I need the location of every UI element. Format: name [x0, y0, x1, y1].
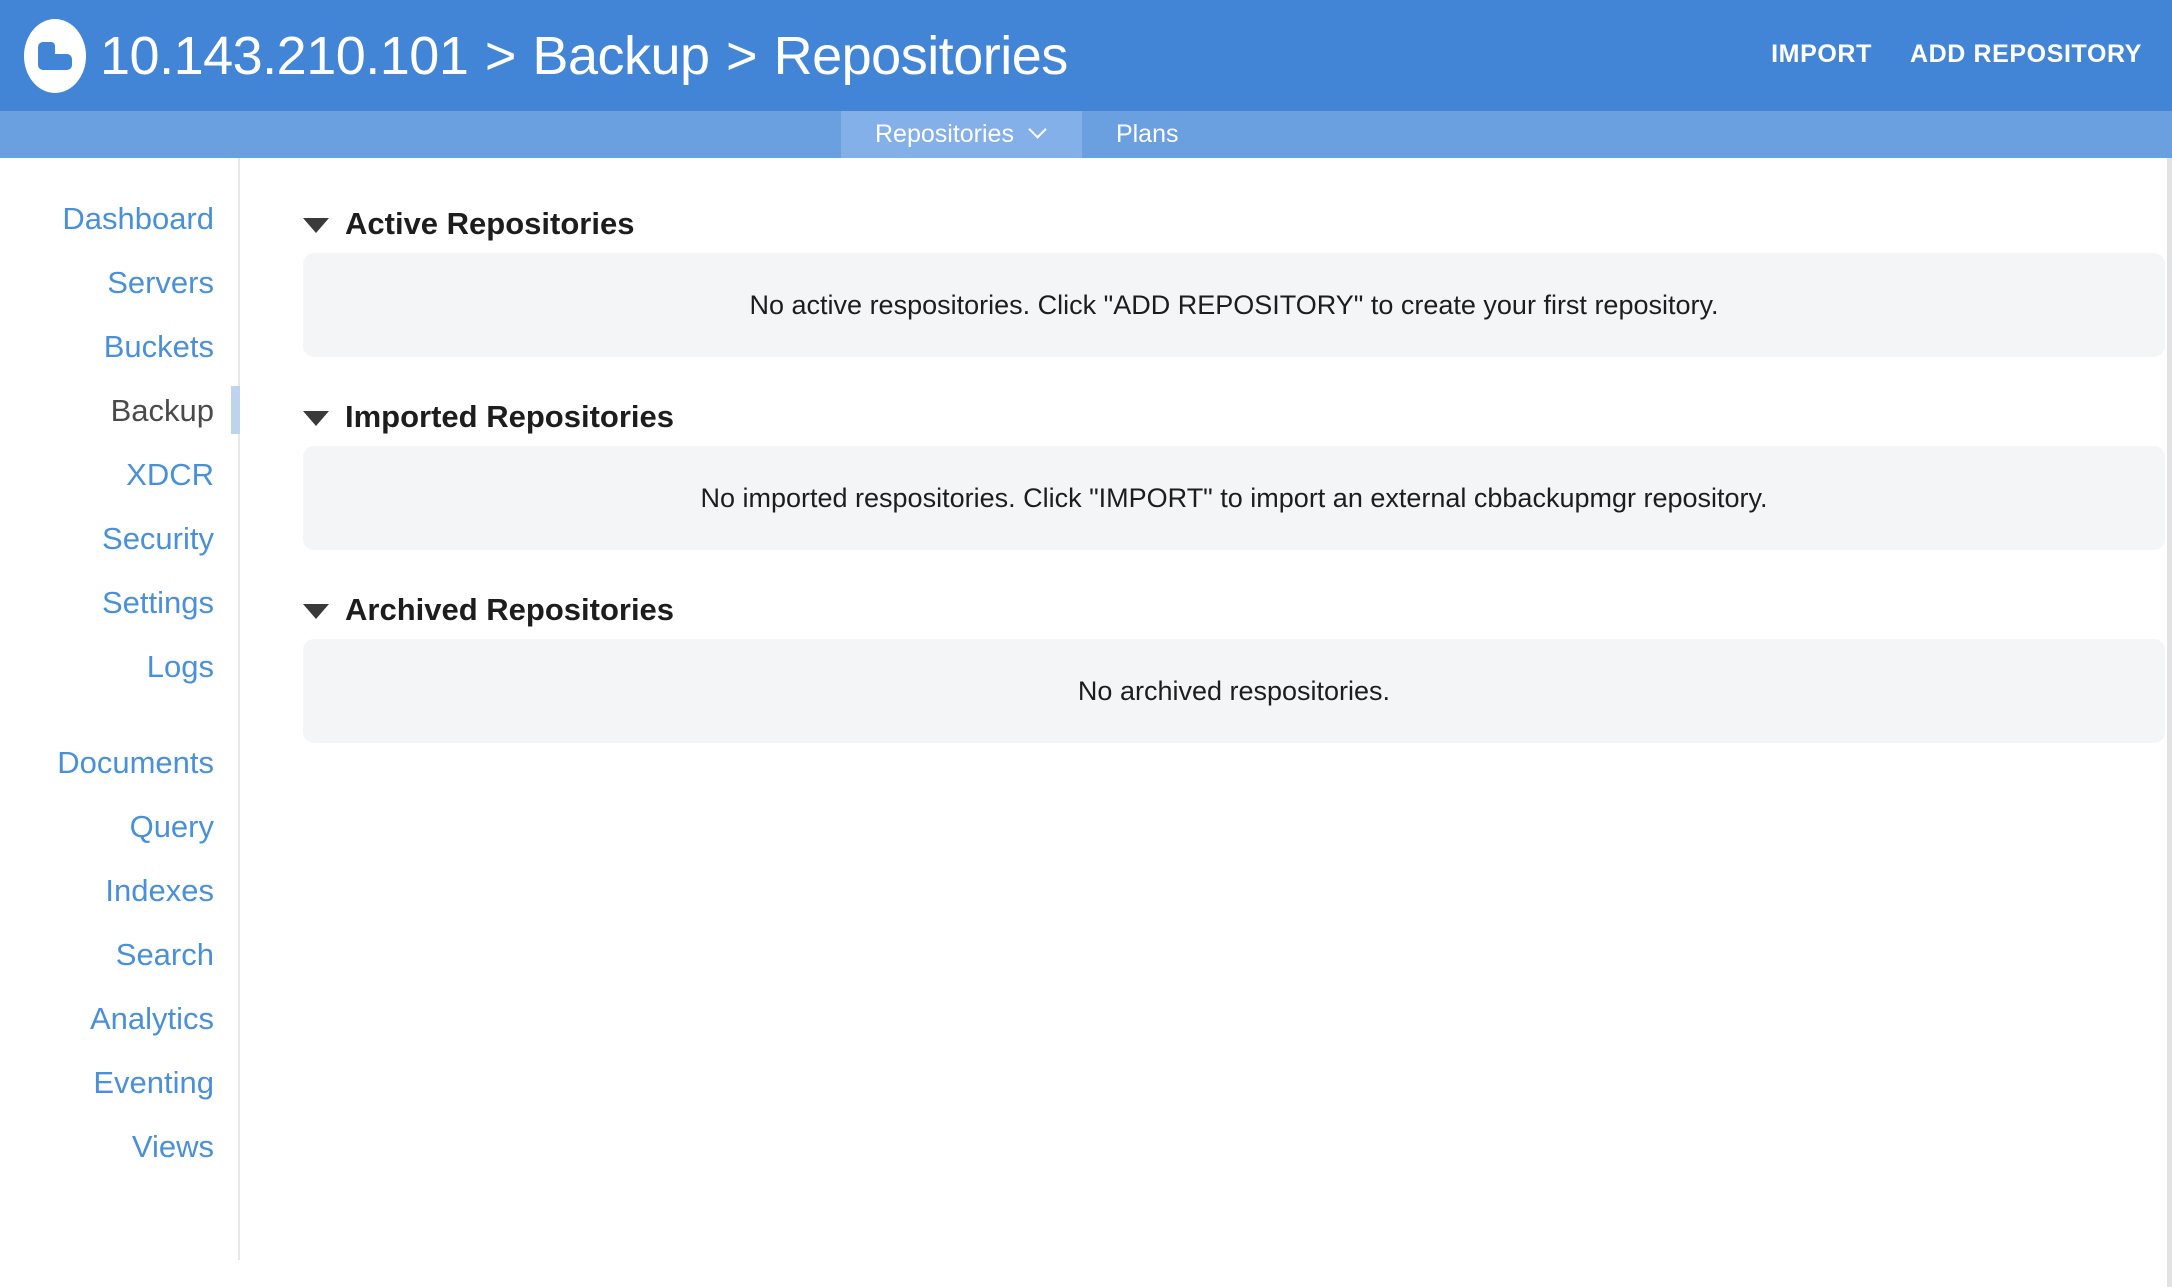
sidebar-item-search[interactable]: Search — [0, 922, 238, 986]
caret-down-icon[interactable] — [303, 217, 329, 233]
sidebar-item-logs[interactable]: Logs — [0, 634, 238, 698]
add-repository-button[interactable]: ADD REPOSITORY — [1908, 36, 2144, 73]
breadcrumb-page[interactable]: Repositories — [774, 29, 1069, 83]
app-root: 10.143.210.101 > Backup > Repositories I… — [0, 0, 2172, 1287]
breadcrumb-section[interactable]: Backup — [532, 29, 710, 83]
archived-repositories-empty-message: No archived respositories. — [1077, 675, 1391, 706]
imported-repositories-empty-message: No imported respositories. Click "IMPORT… — [700, 482, 1768, 513]
tab-plans[interactable]: Plans — [1082, 111, 1213, 158]
section-imported-repositories: Imported Repositories No imported respos… — [303, 391, 2165, 550]
sidebar-item-documents[interactable]: Documents — [0, 730, 238, 794]
secondary-tabbar: Repositories Plans — [0, 111, 2172, 158]
tab-plans-label: Plans — [1115, 120, 1179, 148]
breadcrumb-separator-1: > — [470, 25, 531, 86]
sidebar-item-xdcr[interactable]: XDCR — [0, 442, 238, 506]
import-button[interactable]: IMPORT — [1769, 36, 1874, 73]
main-content: Active Repositories No active respositor… — [240, 158, 2172, 1287]
sidebar-item-settings[interactable]: Settings — [0, 570, 238, 634]
vertical-scrollbar-track[interactable] — [2167, 158, 2172, 1287]
sidebar: Dashboard Servers Buckets Backup XDCR Se… — [0, 158, 240, 1260]
chevron-down-icon[interactable] — [1030, 123, 1048, 141]
couchbase-logo-icon — [22, 17, 88, 95]
tab-repositories-label: Repositories — [875, 120, 1014, 148]
section-archived-repositories-title: Archived Repositories — [345, 592, 675, 627]
tabbar-spacer — [0, 111, 841, 158]
breadcrumb: 10.143.210.101 > Backup > Repositories — [100, 29, 1068, 83]
sidebar-item-indexes[interactable]: Indexes — [0, 858, 238, 922]
section-imported-repositories-header[interactable]: Imported Repositories — [303, 391, 2165, 446]
section-active-repositories-title: Active Repositories — [345, 206, 635, 241]
section-active-repositories: Active Repositories No active respositor… — [303, 198, 2165, 357]
sidebar-item-query[interactable]: Query — [0, 794, 238, 858]
section-imported-repositories-title: Imported Repositories — [345, 399, 674, 434]
breadcrumb-host[interactable]: 10.143.210.101 — [100, 29, 469, 83]
sidebar-item-servers[interactable]: Servers — [0, 250, 238, 314]
sidebar-item-views[interactable]: Views — [0, 1114, 238, 1178]
body-area: Dashboard Servers Buckets Backup XDCR Se… — [0, 158, 2172, 1287]
sidebar-item-buckets[interactable]: Buckets — [0, 314, 238, 378]
section-active-repositories-header[interactable]: Active Repositories — [303, 198, 2165, 253]
sidebar-item-analytics[interactable]: Analytics — [0, 986, 238, 1050]
sidebar-group-divider — [0, 698, 238, 730]
imported-repositories-panel: No imported respositories. Click "IMPORT… — [303, 446, 2165, 550]
archived-repositories-panel: No archived respositories. — [303, 639, 2165, 743]
sidebar-item-security[interactable]: Security — [0, 506, 238, 570]
active-repositories-panel: No active respositories. Click "ADD REPO… — [303, 253, 2165, 357]
section-archived-repositories-header[interactable]: Archived Repositories — [303, 584, 2165, 639]
section-archived-repositories: Archived Repositories No archived respos… — [303, 584, 2165, 743]
sidebar-item-dashboard[interactable]: Dashboard — [0, 186, 238, 250]
active-repositories-empty-message: No active respositories. Click "ADD REPO… — [749, 289, 1719, 320]
sidebar-item-eventing[interactable]: Eventing — [0, 1050, 238, 1114]
tab-repositories[interactable]: Repositories — [841, 111, 1082, 158]
sidebar-item-backup[interactable]: Backup — [0, 378, 240, 442]
app-header: 10.143.210.101 > Backup > Repositories I… — [0, 0, 2172, 111]
caret-down-icon[interactable] — [303, 603, 329, 619]
breadcrumb-separator-2: > — [711, 25, 772, 86]
sidebar-group-data: Documents Query Indexes Search Analytics… — [0, 730, 238, 1178]
sidebar-group-cluster: Dashboard Servers Buckets Backup XDCR Se… — [0, 186, 240, 698]
header-actions: IMPORT ADD REPOSITORY — [1769, 36, 2144, 75]
caret-down-icon[interactable] — [303, 410, 329, 426]
